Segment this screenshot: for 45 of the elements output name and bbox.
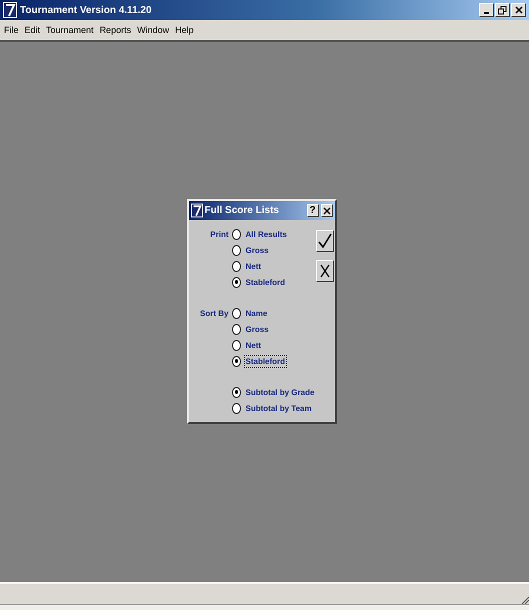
restore-icon (498, 6, 507, 14)
option-label[interactable]: Subtotal by Grade (244, 386, 316, 398)
radio-button[interactable] (232, 244, 240, 256)
option-label[interactable]: All Results (244, 228, 289, 240)
restore-button[interactable] (495, 3, 510, 17)
app-logo-icon (190, 203, 202, 218)
option-label[interactable]: Nett (244, 338, 264, 352)
menu-item[interactable]: Window (137, 25, 170, 35)
help-button[interactable]: ? (306, 204, 318, 217)
menu-item[interactable]: Help (175, 25, 194, 35)
resize-grip-icon (521, 596, 529, 604)
checkmark-icon (318, 233, 332, 249)
option-label[interactable]: Subtotal by Team (244, 402, 314, 414)
option-label[interactable]: Stableford (244, 354, 288, 368)
menu-item[interactable]: Tournament (46, 25, 94, 35)
radio-button[interactable] (232, 356, 240, 366)
option-label[interactable]: Stableford (244, 276, 288, 288)
close-icon (514, 6, 522, 14)
close-icon (322, 206, 330, 214)
window-title: Tournament Version 4.11.20 (20, 4, 153, 16)
close-button[interactable] (511, 3, 526, 17)
option-label[interactable]: Nett (244, 260, 264, 272)
option-label[interactable]: Name (244, 306, 270, 320)
menu-item[interactable]: Edit (24, 25, 40, 35)
cross-icon (319, 263, 332, 279)
ok-button[interactable] (316, 230, 334, 252)
radio-button[interactable] (232, 402, 240, 414)
dialog-title: Full Score Lists (204, 205, 280, 216)
radio-button[interactable] (232, 276, 240, 288)
group-label: Sort By (200, 308, 228, 318)
radio-button[interactable] (232, 340, 240, 350)
close-button[interactable] (320, 204, 332, 217)
group-label: Print (210, 230, 228, 238)
radio-button[interactable] (232, 260, 240, 272)
cancel-button[interactable] (316, 260, 334, 282)
option-label[interactable]: Gross (244, 244, 271, 256)
menu-item[interactable]: Reports (100, 25, 132, 35)
menu-item[interactable]: File (4, 25, 19, 35)
radio-button[interactable] (232, 228, 240, 240)
radio-button[interactable] (232, 308, 240, 318)
radio-button[interactable] (232, 324, 240, 334)
option-label[interactable]: Gross (244, 322, 271, 336)
minimize-button[interactable] (479, 3, 494, 17)
app-logo-icon (3, 2, 17, 18)
radio-button[interactable] (232, 386, 240, 398)
